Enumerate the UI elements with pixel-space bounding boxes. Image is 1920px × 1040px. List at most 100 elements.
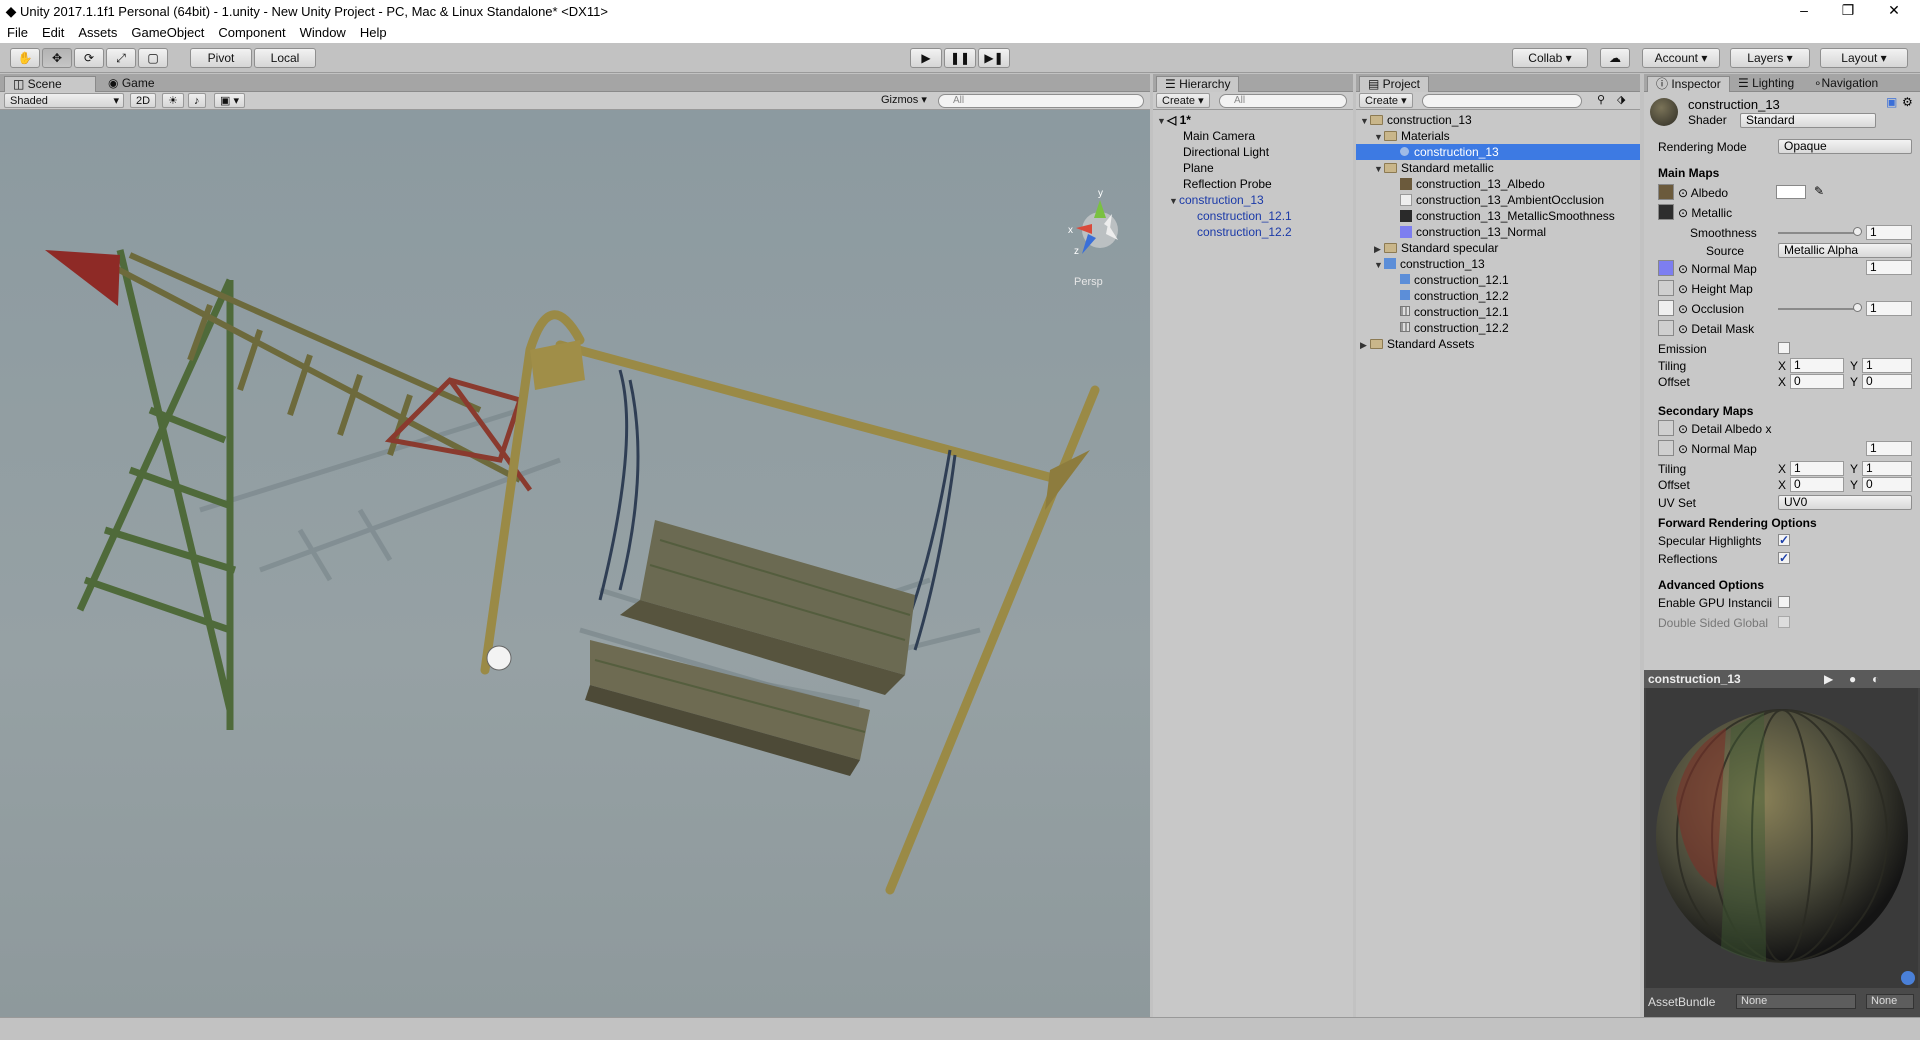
secondary-normal-label[interactable]: ⊙ Normal Map xyxy=(1678,442,1757,456)
project-create-button[interactable]: Create ▾ xyxy=(1359,93,1413,108)
mode-2d-button[interactable]: 2D xyxy=(130,93,157,108)
normal-map-label[interactable]: ⊙ Normal Map xyxy=(1678,262,1757,276)
scene-search-input[interactable]: All xyxy=(938,94,1144,108)
filter-label-icon[interactable]: ⬗ xyxy=(1612,93,1630,108)
occlusion-field[interactable]: 1 xyxy=(1866,301,1912,316)
preview-viewport[interactable] xyxy=(1646,688,1918,988)
menu-file[interactable]: File xyxy=(0,25,35,40)
filter-type-icon[interactable]: ⚲ xyxy=(1592,93,1610,108)
scene-viewport[interactable]: y x z Persp xyxy=(0,110,1150,1017)
occlusion-slider-track[interactable] xyxy=(1778,308,1858,310)
eyedropper-icon[interactable]: ✎ xyxy=(1814,184,1824,198)
offset-y-field[interactable]: 0 xyxy=(1862,374,1912,389)
selected-material-row[interactable]: construction_13 xyxy=(1356,144,1640,160)
pivot-toggle[interactable]: Pivot xyxy=(190,48,252,68)
smoothness-slider-track[interactable] xyxy=(1778,232,1858,234)
maximize-button[interactable]: ❐ xyxy=(1826,0,1870,22)
tab-inspector[interactable]: ⓘ Inspector xyxy=(1647,76,1730,92)
model-child-1[interactable]: construction_12.1 xyxy=(1400,272,1509,288)
metallic-thumbnail[interactable] xyxy=(1658,204,1674,220)
expand-arrow-icon[interactable]: ▶ xyxy=(1374,241,1384,257)
occlusion-label[interactable]: ⊙ Occlusion xyxy=(1678,302,1744,316)
expand-arrow-icon[interactable]: ▼ xyxy=(1157,113,1167,129)
menu-gameobject[interactable]: GameObject xyxy=(124,25,211,40)
preview-sphere-icon[interactable]: ● xyxy=(1849,670,1856,688)
standard-specular-row[interactable]: ▶ Standard specular xyxy=(1374,240,1498,256)
hierarchy-item-main-camera[interactable]: Main Camera xyxy=(1183,128,1255,144)
tab-hierarchy[interactable]: ☰ Hierarchy xyxy=(1156,76,1240,92)
move-tool-icon[interactable]: ✥ xyxy=(42,48,72,68)
rotate-tool-icon[interactable]: ⟳ xyxy=(74,48,104,68)
height-map-thumbnail[interactable] xyxy=(1658,280,1674,296)
project-search-input[interactable] xyxy=(1422,94,1582,108)
tab-scene[interactable]: ◫ Scene xyxy=(4,76,96,92)
layout-dropdown[interactable]: Layout ▾ xyxy=(1820,48,1908,68)
preview-play-icon[interactable]: ▶ xyxy=(1824,670,1833,688)
pause-button[interactable]: ❚❚ xyxy=(944,48,976,68)
shading-mode-dropdown[interactable]: Shaded ▾ xyxy=(4,93,124,108)
gizmos-dropdown[interactable]: Gizmos ▾ xyxy=(876,93,932,108)
offset-x-field[interactable]: 0 xyxy=(1790,374,1844,389)
hierarchy-item-child-2[interactable]: construction_12.2 xyxy=(1197,224,1292,240)
hierarchy-item-directional-light[interactable]: Directional Light xyxy=(1183,144,1269,160)
source-dropdown[interactable]: Metallic Alpha xyxy=(1778,243,1912,258)
secondary-offset-y-field[interactable]: 0 xyxy=(1862,477,1912,492)
texture-metallic-row[interactable]: construction_13_MetallicSmoothness xyxy=(1400,208,1615,224)
hierarchy-item-plane[interactable]: Plane xyxy=(1183,160,1214,176)
uv-set-dropdown[interactable]: UV0 xyxy=(1778,495,1912,510)
close-button[interactable]: ✕ xyxy=(1872,0,1916,22)
light-probe-sphere[interactable] xyxy=(486,645,512,671)
metallic-label[interactable]: ⊙ Metallic xyxy=(1678,206,1732,220)
hierarchy-search-input[interactable]: All xyxy=(1219,94,1347,108)
orientation-gizmo[interactable]: y x z xyxy=(1068,188,1118,257)
hierarchy-item-prefab-root[interactable]: ▼construction_13 xyxy=(1169,192,1264,208)
hierarchy-item-child-1[interactable]: construction_12.1 xyxy=(1197,208,1292,224)
standard-assets-row[interactable]: ▶ Standard Assets xyxy=(1360,336,1474,352)
scale-tool-icon[interactable]: ⤢ xyxy=(106,48,136,68)
detail-mask-label[interactable]: ⊙ Detail Mask xyxy=(1678,322,1754,336)
hierarchy-create-button[interactable]: Create ▾ xyxy=(1156,93,1210,108)
step-button[interactable]: ▶❚ xyxy=(978,48,1010,68)
detail-albedo-label[interactable]: ⊙ Detail Albedo x xyxy=(1678,422,1771,436)
secondary-normal-thumbnail[interactable] xyxy=(1658,440,1674,456)
occlusion-thumbnail[interactable] xyxy=(1658,300,1674,316)
specular-highlights-checkbox[interactable]: ✓ xyxy=(1778,534,1790,546)
expand-arrow-icon[interactable]: ▶ xyxy=(1360,337,1370,353)
secondary-tiling-y-field[interactable]: 1 xyxy=(1862,461,1912,476)
tab-game[interactable]: ◉ Game xyxy=(100,76,163,92)
assetbundle-dropdown[interactable]: None xyxy=(1736,994,1856,1009)
texture-albedo-row[interactable]: construction_13_Albedo xyxy=(1400,176,1545,192)
detail-albedo-thumbnail[interactable] xyxy=(1658,420,1674,436)
model-child-3[interactable]: construction_12.1 xyxy=(1400,304,1509,320)
model-child-2[interactable]: construction_12.2 xyxy=(1400,288,1509,304)
normal-strength-field[interactable]: 1 xyxy=(1866,260,1912,275)
texture-ao-row[interactable]: construction_13_AmbientOcclusion xyxy=(1400,192,1604,208)
secondary-offset-x-field[interactable]: 0 xyxy=(1790,477,1844,492)
height-map-label[interactable]: ⊙ Height Map xyxy=(1678,282,1753,296)
occlusion-slider-knob[interactable] xyxy=(1853,303,1862,312)
emission-checkbox[interactable] xyxy=(1778,342,1790,354)
normal-map-thumbnail[interactable] xyxy=(1658,260,1674,276)
collab-button[interactable]: Collab ▾ xyxy=(1512,48,1588,68)
menu-edit[interactable]: Edit xyxy=(35,25,71,40)
model-child-4[interactable]: construction_12.2 xyxy=(1400,320,1509,336)
menu-help[interactable]: Help xyxy=(353,25,394,40)
tiling-x-field[interactable]: 1 xyxy=(1790,358,1844,373)
expand-arrow-icon[interactable]: ▼ xyxy=(1360,113,1370,129)
variant-dropdown[interactable]: None xyxy=(1866,994,1914,1009)
play-button[interactable]: ▶ xyxy=(910,48,942,68)
gear-icon[interactable]: ⚙ xyxy=(1902,95,1913,109)
open-icon[interactable]: ▣ xyxy=(1886,95,1897,109)
scene-root-row[interactable]: ▼◁ 1* xyxy=(1157,112,1191,128)
layers-dropdown[interactable]: Layers ▾ xyxy=(1730,48,1810,68)
menu-assets[interactable]: Assets xyxy=(71,25,124,40)
rect-tool-icon[interactable]: ▢ xyxy=(138,48,168,68)
standard-metallic-row[interactable]: ▼ Standard metallic xyxy=(1374,160,1494,176)
audio-toggle-icon[interactable]: ♪ xyxy=(188,93,206,108)
tiling-y-field[interactable]: 1 xyxy=(1862,358,1912,373)
cloud-icon[interactable]: ☁ xyxy=(1600,48,1630,68)
account-dropdown[interactable]: Account ▾ xyxy=(1642,48,1720,68)
local-toggle[interactable]: Local xyxy=(254,48,316,68)
hand-tool-icon[interactable]: ✋ xyxy=(10,48,40,68)
smoothness-slider-knob[interactable] xyxy=(1853,227,1862,236)
